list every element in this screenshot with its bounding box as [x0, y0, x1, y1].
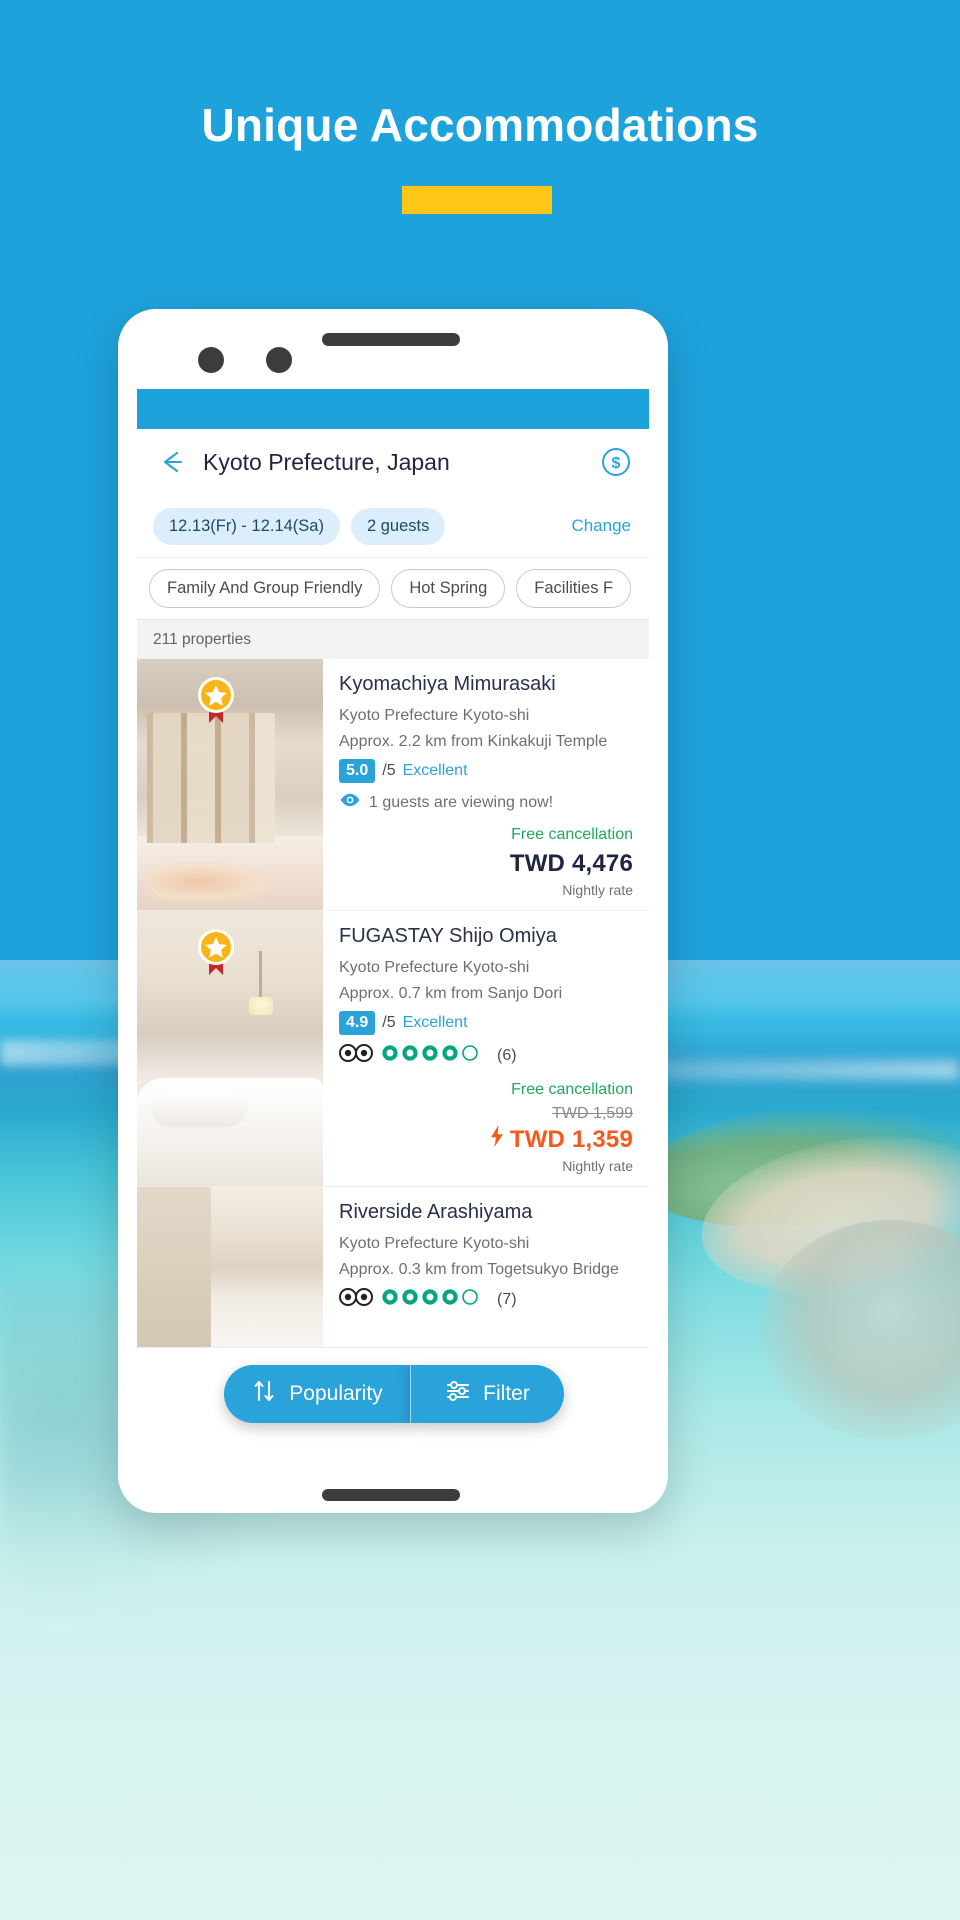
thumbnail-bedding-detail [151, 862, 271, 902]
property-info: Kyomachiya Mimurasaki Kyoto Prefecture K… [323, 659, 649, 910]
award-star-badge-icon [191, 669, 241, 727]
date-range-chip[interactable]: 12.13(Fr) - 12.14(Sa) [153, 507, 340, 545]
thumbnail-lamp-shade [249, 997, 273, 1015]
list-item[interactable]: Riverside Arashiyama Kyoto Prefecture Ky… [137, 1187, 649, 1348]
thumbnail-pillow-detail [153, 1090, 245, 1124]
sort-arrows-icon [251, 1378, 277, 1410]
property-thumbnail[interactable] [137, 659, 323, 910]
property-thumbnail[interactable] [137, 1187, 323, 1347]
property-location: Kyoto Prefecture Kyoto-shi [339, 707, 530, 724]
tripadvisor-review-count: (7) [497, 1290, 517, 1308]
free-cancellation-label: Free cancellation [511, 1081, 633, 1098]
tripadvisor-owl-icon [339, 1288, 373, 1311]
search-criteria-row: 12.13(Fr) - 12.14(Sa) 2 guests Change [137, 495, 649, 557]
property-info: FUGASTAY Shijo Omiya Kyoto Prefecture Ky… [323, 911, 649, 1186]
app-screen: Kyoto Prefecture, Japan $ 12.13(Fr) - 12… [137, 389, 649, 1449]
rating-suffix: /5 [382, 1014, 396, 1031]
rating-score: 4.9 [339, 1011, 376, 1035]
property-name: FUGASTAY Shijo Omiya [339, 925, 557, 947]
guests-chip[interactable]: 2 guests [350, 507, 446, 545]
property-thumbnail[interactable] [137, 911, 323, 1186]
property-name: Riverside Arashiyama [339, 1201, 533, 1223]
viewing-now-row: 1 guests are viewing now! [339, 793, 633, 812]
property-location: Kyoto Prefecture Kyoto-shi [339, 1235, 530, 1252]
app-header: Kyoto Prefecture, Japan $ [137, 429, 649, 495]
tripadvisor-row: (7) [339, 1288, 633, 1311]
destination-title: Kyoto Prefecture, Japan [203, 448, 450, 475]
filter-tag-family[interactable]: Family And Group Friendly [149, 569, 381, 608]
property-list: Kyomachiya Mimurasaki Kyoto Prefecture K… [137, 659, 649, 1348]
sliders-icon [445, 1378, 471, 1410]
status-bar [137, 389, 649, 429]
property-distance: Approx. 0.7 km from Sanjo Dori [339, 985, 563, 1002]
award-star-badge-icon [191, 921, 241, 979]
tripadvisor-row: (6) [339, 1044, 633, 1067]
nightly-rate-label: Nightly rate [562, 1158, 633, 1174]
home-indicator [322, 1489, 460, 1501]
price-block: Free cancellation TWD 4,476 Nightly rate [339, 826, 633, 898]
sort-button[interactable]: Popularity [224, 1365, 410, 1423]
earpiece-speaker [322, 333, 460, 346]
property-distance: Approx. 0.3 km from Togetsukyo Bridge [339, 1261, 619, 1278]
rating-row: 4.9 /5 Excellent [339, 1011, 633, 1035]
free-cancellation-label: Free cancellation [511, 826, 633, 843]
back-arrow-icon[interactable] [155, 445, 189, 479]
filter-tag-facilities[interactable]: Facilities F [516, 569, 632, 608]
page-title: Unique Accommodations [201, 99, 759, 151]
property-distance: Approx. 2.2 km from Kinkakuji Temple [339, 733, 608, 750]
sensor-dot-icon [266, 347, 292, 373]
property-price: TWD 4,476 [509, 850, 633, 877]
svg-text:$: $ [612, 455, 621, 472]
tripadvisor-bubble-rating [381, 1044, 489, 1067]
title-underline-accent [402, 186, 552, 214]
list-item[interactable]: FUGASTAY Shijo Omiya Kyoto Prefecture Ky… [137, 911, 649, 1187]
bottom-action-bar: Popularity Filter [224, 1365, 564, 1423]
rating-suffix: /5 [382, 762, 396, 779]
original-price: TWD 1,599 [552, 1105, 633, 1122]
rating-label: Excellent [402, 762, 468, 779]
property-price: TWD 1,359 [509, 1125, 633, 1153]
lightning-bolt-icon [490, 1125, 504, 1154]
filter-label: Filter [483, 1382, 530, 1405]
viewing-now-text: 1 guests are viewing now! [369, 793, 554, 811]
price-block: Free cancellation TWD 1,599 TWD 1,359 Ni… [339, 1081, 633, 1174]
rating-row: 5.0 /5 Excellent [339, 759, 633, 783]
property-location: Kyoto Prefecture Kyoto-shi [339, 959, 530, 976]
shallow-water [0, 1480, 960, 1920]
tripadvisor-bubble-rating [381, 1288, 489, 1311]
property-name: Kyomachiya Mimurasaki [339, 673, 556, 695]
change-search-link[interactable]: Change [571, 516, 633, 536]
property-info: Riverside Arashiyama Kyoto Prefecture Ky… [323, 1187, 649, 1347]
tripadvisor-owl-icon [339, 1044, 373, 1067]
filter-tags-row: Family And Group Friendly Hot Spring Fac… [137, 557, 649, 619]
rating-score: 5.0 [339, 759, 376, 783]
tripadvisor-review-count: (6) [497, 1046, 517, 1064]
dollar-circle-icon[interactable]: $ [601, 447, 631, 477]
thumbnail-lamp-cord [259, 951, 262, 999]
nightly-rate-label: Nightly rate [562, 882, 633, 898]
result-count: 211 properties [137, 619, 649, 659]
filter-button[interactable]: Filter [410, 1365, 564, 1423]
property-price-row: TWD 1,359 [339, 1125, 633, 1154]
front-camera-icon [198, 347, 224, 373]
list-item[interactable]: Kyomachiya Mimurasaki Kyoto Prefecture K… [137, 659, 649, 911]
thumbnail-wall-detail [137, 1187, 211, 1347]
sort-label: Popularity [289, 1382, 383, 1405]
filter-tag-hot-spring[interactable]: Hot Spring [391, 569, 506, 608]
rating-label: Excellent [402, 1014, 468, 1031]
eye-icon [339, 793, 361, 812]
